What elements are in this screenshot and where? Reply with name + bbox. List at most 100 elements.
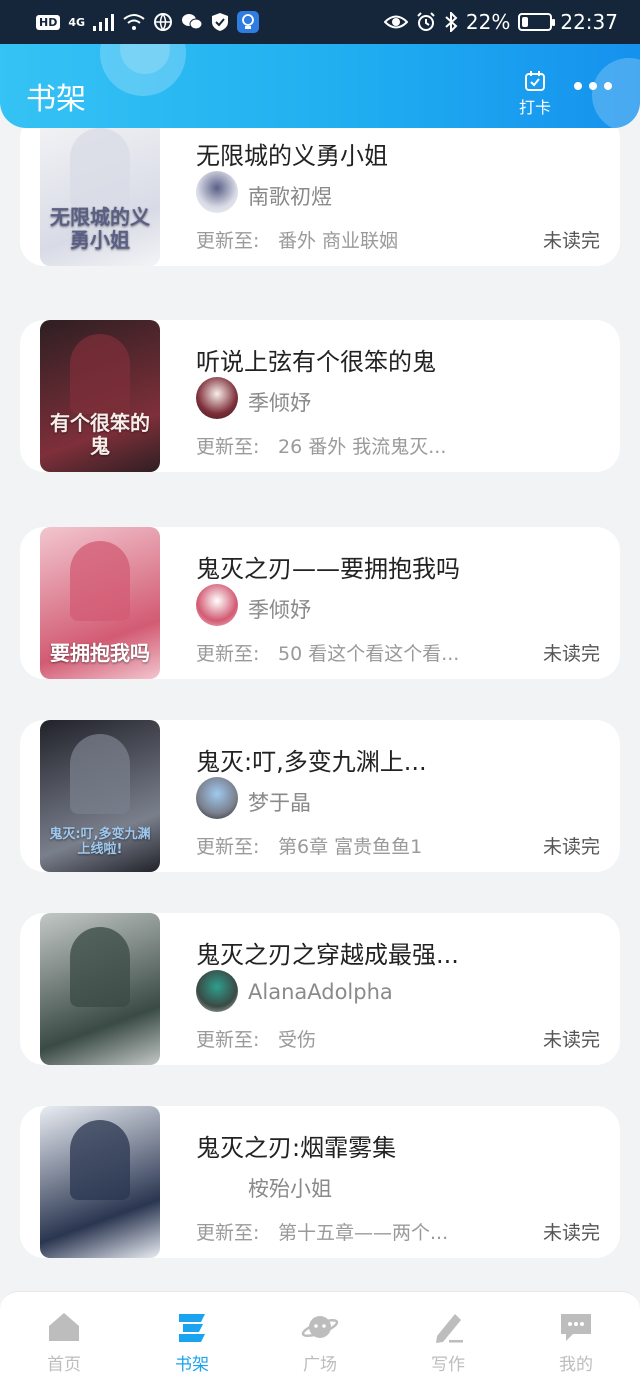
cover-title-text: 有个很笨的鬼 [50,411,150,458]
read-status-badge: 未读完 [542,230,600,252]
tab-chat-bubble[interactable]: 我的 [512,1292,640,1387]
avatar[interactable] [196,377,238,419]
book-cover[interactable]: 要拥抱我吗 [40,527,160,679]
cover-title-text: 要拥抱我吗 [50,641,150,665]
clock: 22:37 [560,10,618,34]
latest-chapter: 番外 商业联姻 [278,230,399,252]
cover-title-text: 无限城的义勇小姐 [50,205,150,252]
latest-chapter: 第十五章——两个... [278,1222,449,1244]
latest-chapter: 50 看这个看这个看... [278,643,460,665]
update-label: 更新至: [196,836,260,858]
cover-figure [70,334,130,414]
latest-chapter: 受伤 [278,1029,317,1051]
more-dot-icon [574,82,582,90]
read-status-badge: 未读完 [542,643,600,665]
wechat-icon [182,14,203,30]
read-status-badge: 未读完 [542,836,600,858]
tab-pen[interactable]: 写作 [384,1292,512,1387]
book-title[interactable]: 鬼灭之刃:烟霏雾集 [196,1128,496,1163]
book-title[interactable]: 听说上弦有个很笨的鬼 [196,342,496,377]
avatar[interactable] [196,970,238,1012]
author-name[interactable]: 桉殆小姐 [248,1173,332,1203]
signal-icon [93,14,115,31]
update-label: 更新至: [196,1029,260,1051]
author-name[interactable]: AlanaAdolpha [248,980,393,1004]
battery-fill [522,17,529,27]
book-cover[interactable] [40,1106,160,1258]
cover-figure [70,541,130,621]
bottom-tab-bar: 首页 书架 广场 写作 我的 [0,1291,640,1387]
book-card[interactable]: 鬼灭:叮,多变九渊上线啦! 鬼灭:叮,多变九渊上... 梦于晶 更新至: 第6章 富贵鱼… [20,720,620,872]
cover-figure [70,927,130,1007]
more-dot-icon [589,82,597,90]
hd-badge: HD [36,14,61,30]
tab-bookshelf[interactable]: 书架 [128,1292,256,1387]
book-cover[interactable]: 无限城的义勇小姐 [40,128,160,266]
planet-icon [301,1316,339,1338]
author-name[interactable]: 南歌初煜 [248,181,332,211]
tab-planet[interactable]: 广场 [256,1292,384,1387]
checkin-label: 打卡 [518,98,551,117]
book-cover[interactable]: 鬼灭:叮,多变九渊上线啦! [40,720,160,872]
avatar[interactable] [196,1163,238,1205]
header: 书架 打卡 [0,44,640,128]
status-bar: HD 4G 22% 22:37 [0,0,640,44]
tab-label: 我的 [559,1355,593,1375]
latest-chapter: 26 番外 我流鬼灭... [278,436,447,458]
bulb-app-icon [237,11,260,33]
book-title[interactable]: 鬼灭:叮,多变九渊上... [196,742,496,777]
book-cover[interactable]: 有个很笨的鬼 [40,320,160,472]
checkin-button[interactable]: 打卡 [516,70,554,118]
avatar[interactable] [196,777,238,819]
author-name[interactable]: 季倾妤 [248,594,311,624]
update-label: 更新至: [196,436,260,458]
home-icon [49,1313,79,1341]
chat-bubble-icon [561,1314,591,1341]
avatar[interactable] [196,171,238,213]
tab-home[interactable]: 首页 [0,1292,128,1387]
cover-title-text: 鬼灭:叮,多变九渊上线啦! [49,827,151,858]
pen-icon [436,1314,463,1343]
bluetooth-icon [445,12,458,32]
book-card[interactable]: 有个很笨的鬼 听说上弦有个很笨的鬼季倾妤更新至: 26 番外 我流鬼灭... [20,320,620,472]
book-title[interactable]: 鬼灭之刃之穿越成最强... [196,935,496,970]
shield-icon [212,13,229,31]
cover-figure [70,128,130,208]
header-bubble-decoration [592,58,640,128]
network-type: 4G [68,15,86,29]
globe-icon [154,13,173,31]
bookshelf-icon [179,1314,205,1342]
read-status-badge: 未读完 [542,1029,600,1051]
calendar-check-icon [525,71,545,91]
more-button[interactable] [574,82,612,90]
book-card[interactable]: 要拥抱我吗 鬼灭之刃——要拥抱我吗季倾妤更新至: 50 看这个看这个看... 未读完 [20,527,620,679]
book-list[interactable]: 无限城的义勇小姐 无限城的义勇小姐 南歌初煜 更新至: 番外 商业联姻 未读完 有个很笨的鬼… [0,128,640,1291]
tab-label: 书架 [175,1355,209,1375]
eye-icon [383,15,408,29]
book-card[interactable]: 鬼灭之刃:烟霏雾集 桉殆小姐 更新至: 第十五章——两个... 未读完 [20,1106,620,1258]
cover-figure [70,1120,130,1200]
author-name[interactable]: 梦于晶 [248,787,311,817]
book-card[interactable]: 无限城的义勇小姐 无限城的义勇小姐 南歌初煜 更新至: 番外 商业联姻 未读完 [20,128,620,266]
wifi-icon [123,14,145,30]
tab-label: 写作 [431,1355,465,1375]
cover-figure [70,734,130,814]
update-label: 更新至: [196,230,260,252]
battery-percent: 22% [465,10,511,34]
update-label: 更新至: [196,1222,260,1244]
avatar[interactable] [196,584,238,626]
book-title[interactable]: 无限城的义勇小姐 [196,136,496,171]
status-right: 22% 22:37 [383,10,618,34]
update-label: 更新至: [196,643,260,665]
tab-label: 广场 [303,1355,337,1375]
alarm-icon [417,12,435,31]
more-dot-icon [604,82,612,90]
tab-label: 首页 [47,1355,81,1375]
book-title[interactable]: 鬼灭之刃——要拥抱我吗 [196,549,496,584]
battery-icon [518,13,556,31]
book-card[interactable]: 鬼灭之刃之穿越成最强... AlanaAdolpha 更新至: 受伤 未读完 [20,913,620,1065]
book-cover[interactable] [40,913,160,1065]
author-name[interactable]: 季倾妤 [248,387,311,417]
status-left: HD 4G [36,11,260,33]
page-title: 书架 [26,82,86,117]
